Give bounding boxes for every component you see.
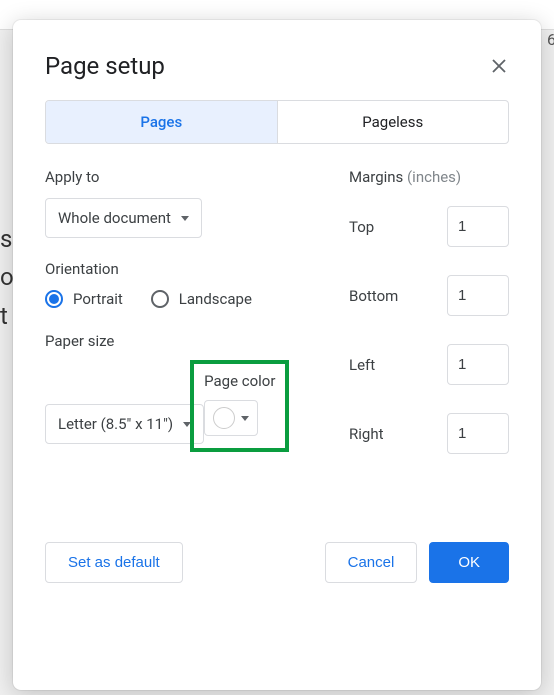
color-swatch-icon: [213, 407, 235, 429]
apply-to-label: Apply to: [45, 168, 309, 186]
margin-left-label: Left: [349, 356, 375, 374]
page-color-highlight: Page color: [190, 360, 289, 452]
chevron-down-icon: [241, 416, 249, 421]
margin-left-row: Left: [349, 344, 509, 385]
margin-bottom-label: Bottom: [349, 287, 398, 305]
margin-bottom-row: Bottom: [349, 275, 509, 316]
cancel-button[interactable]: Cancel: [325, 542, 418, 583]
apply-to-value: Whole document: [58, 209, 171, 227]
ok-button[interactable]: OK: [429, 542, 509, 583]
tabs: Pages Pageless: [45, 100, 509, 144]
margins-label: Margins (inches): [349, 168, 509, 186]
margin-right-row: Right: [349, 413, 509, 454]
tab-pageless[interactable]: Pageless: [278, 101, 509, 143]
margin-top-label: Top: [349, 218, 374, 236]
margin-right-label: Right: [349, 425, 383, 443]
close-icon[interactable]: [489, 56, 509, 76]
margin-left-input[interactable]: [447, 344, 509, 385]
orientation-radio-group: Portrait Landscape: [45, 290, 309, 308]
margin-bottom-input[interactable]: [447, 275, 509, 316]
paper-size-value: Letter (8.5" x 11"): [58, 415, 173, 433]
landscape-label: Landscape: [179, 290, 252, 308]
orientation-portrait[interactable]: Portrait: [45, 290, 123, 308]
page-color-label: Page color: [204, 372, 275, 390]
portrait-label: Portrait: [73, 290, 123, 308]
dialog-footer: Set as default Cancel OK: [45, 542, 509, 583]
apply-to-dropdown[interactable]: Whole document: [45, 198, 202, 238]
paper-size-dropdown[interactable]: Letter (8.5" x 11"): [45, 404, 204, 444]
margin-top-row: Top: [349, 206, 509, 247]
page-setup-dialog: Page setup Pages Pageless Apply to Whole…: [13, 20, 541, 690]
margin-top-input[interactable]: [447, 206, 509, 247]
margins-unit: (inches): [407, 168, 461, 186]
set-default-button[interactable]: Set as default: [45, 542, 183, 583]
dialog-title: Page setup: [45, 52, 165, 80]
margin-right-input[interactable]: [447, 413, 509, 454]
radio-icon: [45, 290, 63, 308]
chevron-down-icon: [181, 216, 189, 221]
orientation-landscape[interactable]: Landscape: [151, 290, 252, 308]
radio-icon: [151, 290, 169, 308]
dialog-header: Page setup: [45, 52, 509, 80]
paper-size-label: Paper size: [45, 332, 309, 350]
tab-pages[interactable]: Pages: [46, 101, 278, 143]
page-color-picker[interactable]: [204, 400, 258, 436]
ruler-number: 6: [547, 30, 554, 49]
orientation-label: Orientation: [45, 260, 309, 278]
